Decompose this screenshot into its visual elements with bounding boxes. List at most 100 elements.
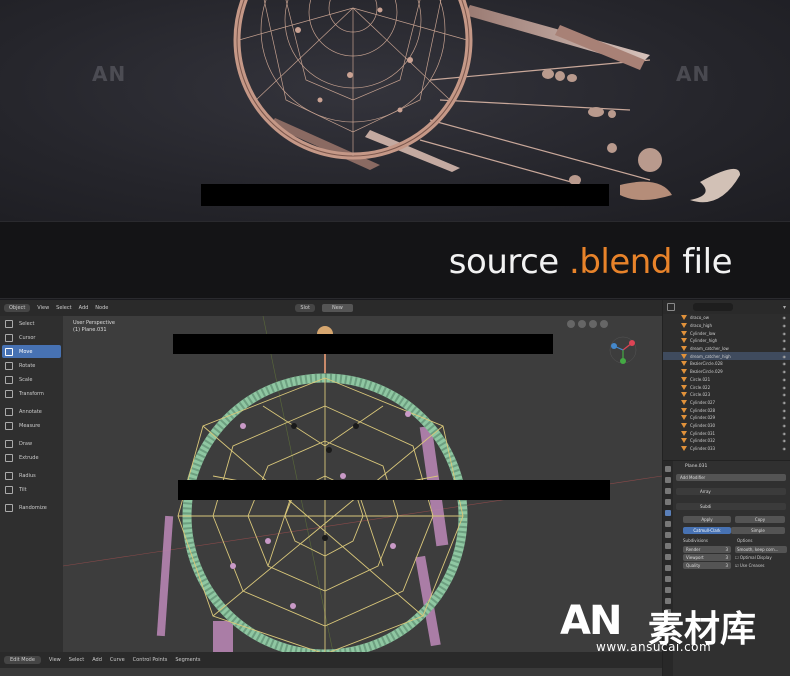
menu-select[interactable]: Select bbox=[69, 657, 84, 663]
banner-prefix: source bbox=[448, 242, 570, 282]
tool-cursor[interactable]: Cursor bbox=[2, 331, 61, 344]
menu-add[interactable]: Add bbox=[92, 657, 102, 663]
slot-dropdown[interactable]: Slot bbox=[295, 304, 315, 312]
modifier-subdivision-header[interactable]: Subdi bbox=[676, 503, 786, 510]
eye-icon[interactable]: ◉ bbox=[783, 323, 787, 328]
eye-icon[interactable]: ◉ bbox=[783, 385, 787, 390]
subdivisions-label: Subdivisions bbox=[683, 538, 709, 543]
menu-control-points[interactable]: Control Points bbox=[133, 657, 168, 663]
menu-view[interactable]: View bbox=[49, 657, 61, 663]
outliner-search-input[interactable] bbox=[693, 303, 733, 311]
object-icon bbox=[681, 384, 687, 390]
quality-field[interactable]: Quality 3 bbox=[683, 562, 731, 569]
outliner-row[interactable]: Cylinder.031 ◉ bbox=[663, 429, 790, 437]
eye-icon[interactable]: ◉ bbox=[783, 315, 787, 320]
outliner-row-selected[interactable]: dream_catcher_high ◉ bbox=[663, 352, 790, 361]
eye-icon[interactable]: ◉ bbox=[783, 431, 787, 436]
simple-button[interactable]: Simple bbox=[731, 527, 785, 534]
eye-icon[interactable]: ◉ bbox=[783, 354, 787, 359]
menu-add[interactable]: Add bbox=[79, 305, 89, 311]
outliner-row[interactable]: dream_catcher_low ◉ bbox=[663, 345, 790, 353]
tool-tilt[interactable]: Tilt bbox=[2, 483, 61, 496]
eye-icon[interactable]: ◉ bbox=[783, 338, 787, 343]
filter-icon[interactable]: ▾ bbox=[783, 304, 786, 311]
outliner-label: Circle.021 bbox=[690, 376, 711, 382]
tool-transform[interactable]: Transform bbox=[2, 387, 61, 400]
tool-select[interactable]: Select bbox=[2, 317, 61, 330]
editor-type-dropdown[interactable]: Object bbox=[4, 304, 31, 312]
eye-icon[interactable]: ◉ bbox=[783, 369, 787, 374]
eye-icon[interactable]: ◉ bbox=[783, 331, 787, 336]
tool-extrude[interactable]: Extrude bbox=[2, 451, 61, 464]
outliner-row[interactable]: Cylinder.030 ◉ bbox=[663, 422, 790, 430]
tool-label: Tilt bbox=[19, 486, 27, 493]
eye-icon[interactable]: ◉ bbox=[783, 438, 787, 443]
tool-radius[interactable]: Radius bbox=[2, 469, 61, 482]
tool-measure[interactable]: Measure bbox=[2, 419, 61, 432]
extrude-icon bbox=[5, 453, 13, 462]
outliner-row[interactable]: BezierCircle.028 ◉ bbox=[663, 360, 790, 368]
tool-label: Radius bbox=[19, 472, 36, 479]
menu-curve[interactable]: Curve bbox=[110, 657, 125, 663]
eye-icon[interactable]: ◉ bbox=[783, 392, 787, 397]
cursor-icon bbox=[5, 333, 13, 342]
field-label: Quality bbox=[686, 563, 701, 568]
viewport-nav-icons bbox=[567, 320, 608, 328]
outliner-row[interactable]: Cylinder.027 ◉ bbox=[663, 399, 790, 407]
use-creases-checkbox[interactable]: ☑ Use Creases bbox=[735, 563, 765, 568]
object-icon bbox=[681, 338, 687, 344]
object-icon bbox=[681, 438, 687, 444]
render-levels-field[interactable]: Render 3 bbox=[683, 546, 731, 553]
outliner-row[interactable]: Circle.022 ◉ bbox=[663, 383, 790, 391]
eye-icon[interactable]: ◉ bbox=[783, 415, 787, 420]
eye-icon[interactable]: ◉ bbox=[783, 423, 787, 428]
tool-rotate[interactable]: Rotate bbox=[2, 359, 61, 372]
outliner-row[interactable]: Cylinder.028 ◉ bbox=[663, 406, 790, 414]
outliner-icon[interactable] bbox=[667, 303, 675, 311]
title-banner: source .blend file bbox=[0, 221, 790, 299]
tool-label: Scale bbox=[19, 376, 33, 383]
viewport-levels-field[interactable]: Viewport 3 bbox=[683, 554, 731, 561]
outliner-row[interactable]: Cylinder_low ◉ bbox=[663, 329, 790, 337]
tool-annotate[interactable]: Annotate bbox=[2, 405, 61, 418]
eye-icon[interactable]: ◉ bbox=[783, 361, 787, 366]
tool-move[interactable]: Move bbox=[2, 345, 61, 358]
eye-icon[interactable]: ◉ bbox=[783, 400, 787, 405]
eye-icon[interactable]: ◉ bbox=[783, 377, 787, 382]
tool-randomize[interactable]: Randomize bbox=[2, 501, 61, 514]
outliner-row[interactable]: draco_ow ◉ bbox=[663, 314, 790, 322]
outliner-row[interactable]: Cylinder.032 ◉ bbox=[663, 437, 790, 445]
add-modifier-button[interactable]: Add Modifier bbox=[676, 474, 786, 481]
object-icon bbox=[681, 369, 687, 375]
optimal-display-checkbox[interactable]: ☐ Optimal Display bbox=[735, 555, 772, 560]
outliner-row[interactable]: Cylinder.033 ◉ bbox=[663, 445, 790, 453]
tool-draw[interactable]: Draw bbox=[2, 437, 61, 450]
outliner-row[interactable]: Circle.023 ◉ bbox=[663, 391, 790, 399]
eye-icon[interactable]: ◉ bbox=[783, 446, 787, 451]
outliner-row[interactable]: Cylinder_high ◉ bbox=[663, 337, 790, 345]
checkbox-label: Use Creases bbox=[739, 563, 765, 568]
eye-icon[interactable]: ◉ bbox=[783, 408, 787, 413]
tool-scale[interactable]: Scale bbox=[2, 373, 61, 386]
copy-button[interactable]: Copy bbox=[735, 516, 785, 523]
uv-smooth-dropdown[interactable]: Smooth, keep corn... bbox=[735, 546, 787, 553]
apply-button[interactable]: Apply bbox=[683, 516, 731, 523]
menu-select[interactable]: Select bbox=[56, 305, 71, 311]
outliner-row[interactable]: BezierCircle.029 ◉ bbox=[663, 368, 790, 376]
field-label: Viewport bbox=[686, 555, 704, 560]
menu-node[interactable]: Node bbox=[95, 305, 108, 311]
annotate-icon bbox=[5, 407, 13, 416]
outliner-row[interactable]: draco_high ◉ bbox=[663, 322, 790, 330]
menu-segments[interactable]: Segments bbox=[175, 657, 200, 663]
eye-icon[interactable]: ◉ bbox=[783, 346, 787, 351]
mode-dropdown[interactable]: Edit Mode bbox=[4, 656, 41, 664]
new-button[interactable]: New bbox=[321, 304, 353, 312]
outliner-row[interactable]: Circle.021 ◉ bbox=[663, 376, 790, 384]
tool-label: Extrude bbox=[19, 454, 39, 461]
modifier-array-header[interactable]: Array bbox=[676, 488, 786, 495]
menu-view[interactable]: View bbox=[37, 305, 49, 311]
select-icon bbox=[5, 319, 13, 328]
catmull-clark-button[interactable]: Catmull-Clark bbox=[683, 527, 731, 534]
outliner-row[interactable]: Cylinder.029 ◉ bbox=[663, 414, 790, 422]
tool-label: Cursor bbox=[19, 334, 36, 341]
